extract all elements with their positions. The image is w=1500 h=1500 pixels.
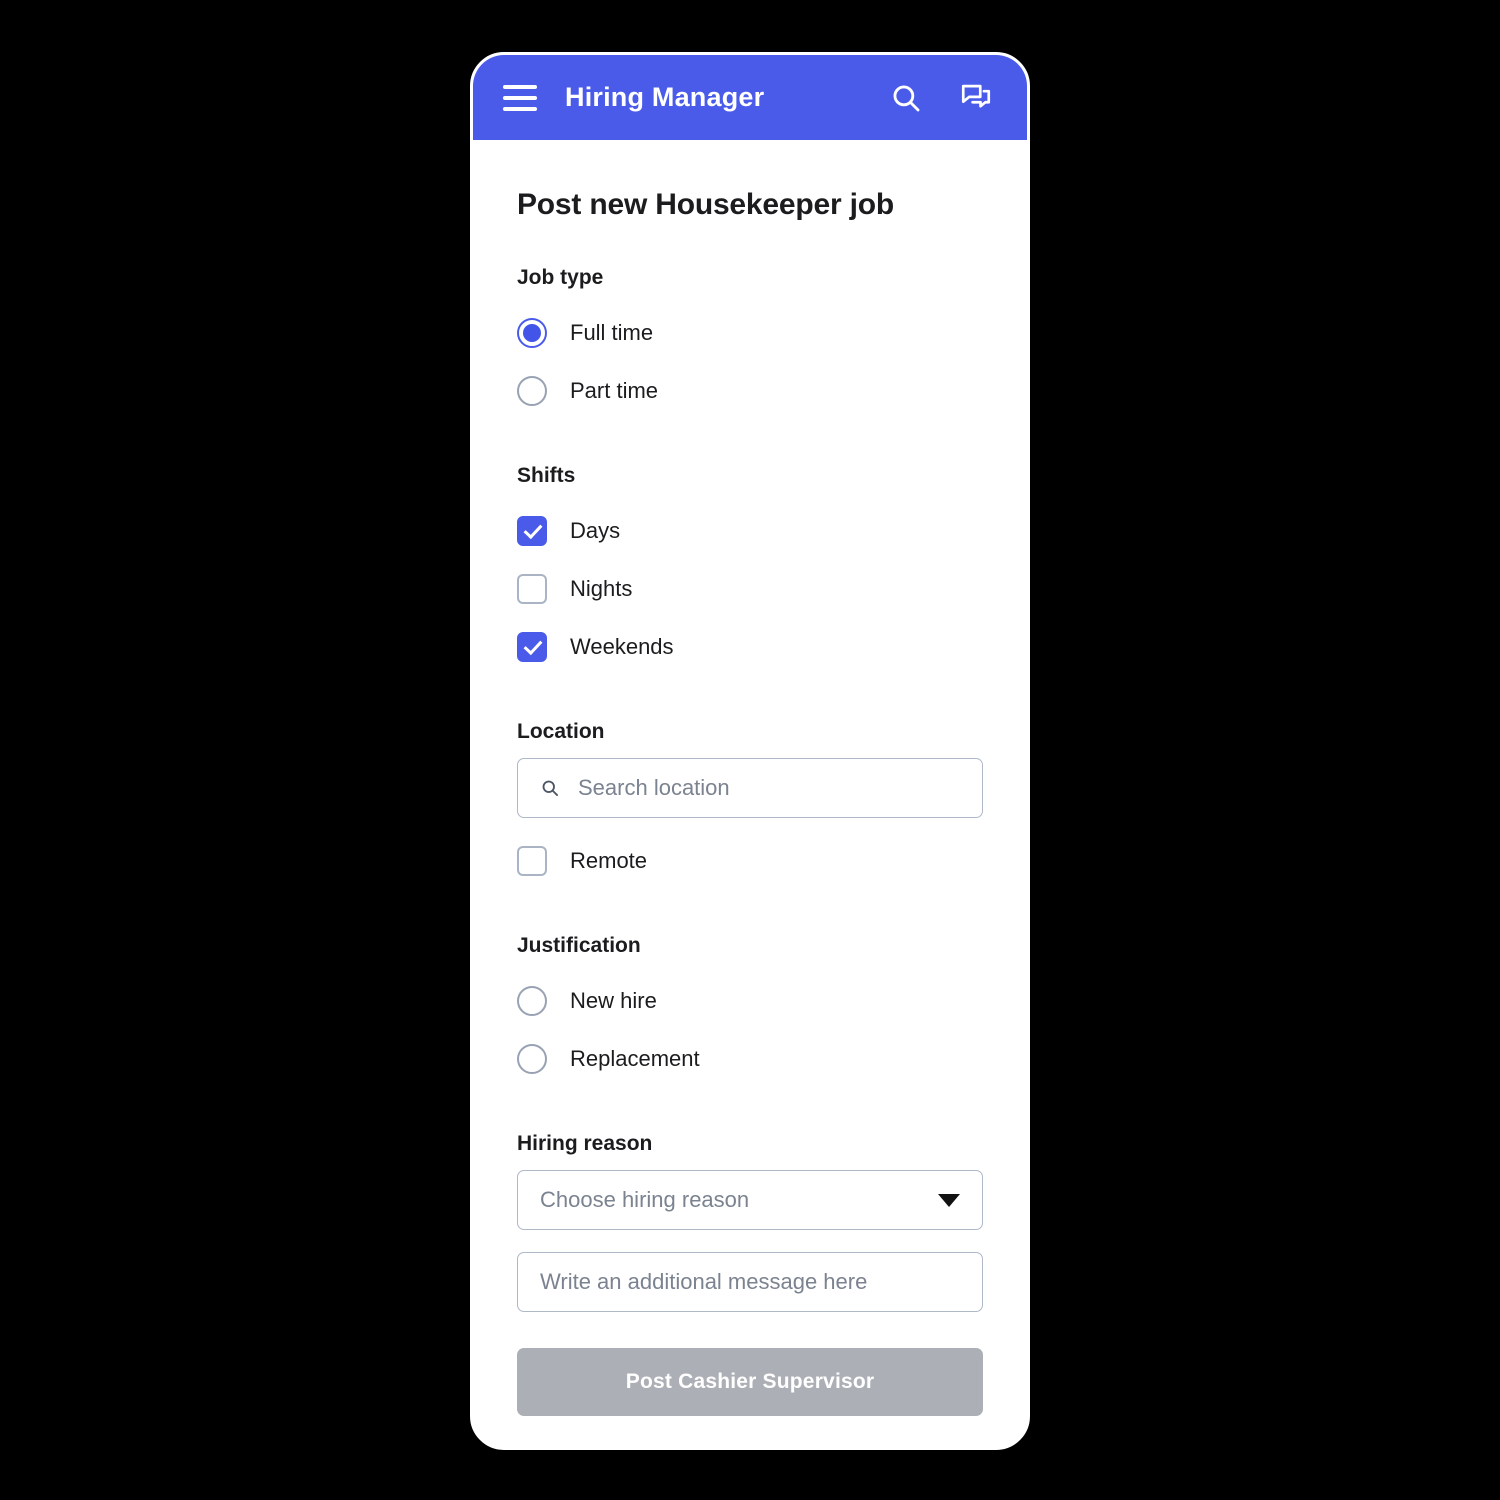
hamburger-line xyxy=(503,106,537,111)
additional-message-placeholder: Write an additional message here xyxy=(540,1269,868,1294)
radio-option-full-time[interactable]: Full time xyxy=(517,304,983,362)
checkbox-label-nights: Nights xyxy=(570,576,633,601)
checkbox-remote[interactable] xyxy=(517,846,547,876)
hiring-reason-select[interactable]: Choose hiring reason xyxy=(517,1170,983,1230)
location-section-label: Location xyxy=(517,720,605,743)
hamburger-line xyxy=(503,84,537,89)
radio-new-hire[interactable] xyxy=(517,986,547,1016)
hiring-reason-placeholder: Choose hiring reason xyxy=(540,1187,750,1212)
checkbox-option-nights[interactable]: Nights xyxy=(517,560,983,618)
radio-part-time[interactable] xyxy=(517,376,547,406)
radio-replacement[interactable] xyxy=(517,1044,547,1074)
radio-option-new-hire[interactable]: New hire xyxy=(517,972,983,1030)
shifts-section-label: Shifts xyxy=(517,464,576,487)
justification-section-label: Justification xyxy=(517,934,641,957)
search-icon xyxy=(540,778,560,798)
radio-label-part-time: Part time xyxy=(570,378,659,403)
search-location-input[interactable]: Search location xyxy=(517,758,983,818)
radio-option-replacement[interactable]: Replacement xyxy=(517,1030,983,1088)
hamburger-menu-icon[interactable] xyxy=(503,84,537,111)
radio-label-new-hire: New hire xyxy=(570,988,657,1013)
radio-label-full-time: Full time xyxy=(570,320,654,345)
hamburger-line xyxy=(503,95,537,100)
checkbox-label-weekends: Weekends xyxy=(570,634,674,659)
phone-frame: Hiring Manager Post new Housekeeper job … xyxy=(470,52,1030,1450)
search-location-placeholder: Search location xyxy=(578,775,730,800)
hiring-reason-section-label: Hiring reason xyxy=(517,1132,653,1155)
job-type-section-label: Job type xyxy=(517,266,604,289)
additional-message-input[interactable]: Write an additional message here xyxy=(517,1252,983,1312)
checkbox-option-days[interactable]: Days xyxy=(517,502,983,560)
checkbox-option-remote[interactable]: Remote xyxy=(517,832,983,890)
page-title: Post new Housekeeper job xyxy=(517,188,894,221)
checkbox-days[interactable] xyxy=(517,516,547,546)
chevron-down-icon xyxy=(938,1193,960,1207)
checkbox-label-remote: Remote xyxy=(570,848,648,873)
checkbox-option-weekends[interactable]: Weekends xyxy=(517,618,983,676)
checkbox-label-days: Days xyxy=(570,518,621,543)
radio-label-replacement: Replacement xyxy=(570,1046,700,1071)
form-content: Post new Housekeeper job Job type Full t… xyxy=(473,140,1027,1447)
radio-option-part-time[interactable]: Part time xyxy=(517,362,983,420)
search-icon[interactable] xyxy=(883,75,929,121)
post-job-button[interactable]: Post Cashier Supervisor xyxy=(517,1348,983,1416)
app-bar: Hiring Manager xyxy=(473,55,1027,140)
checkbox-nights[interactable] xyxy=(517,574,547,604)
radio-full-time[interactable] xyxy=(517,318,547,348)
forum-chat-icon[interactable] xyxy=(953,75,999,121)
checkbox-weekends[interactable] xyxy=(517,632,547,662)
app-title: Hiring Manager xyxy=(565,82,765,112)
screen-background: Hiring Manager Post new Housekeeper job … xyxy=(0,0,1500,1500)
